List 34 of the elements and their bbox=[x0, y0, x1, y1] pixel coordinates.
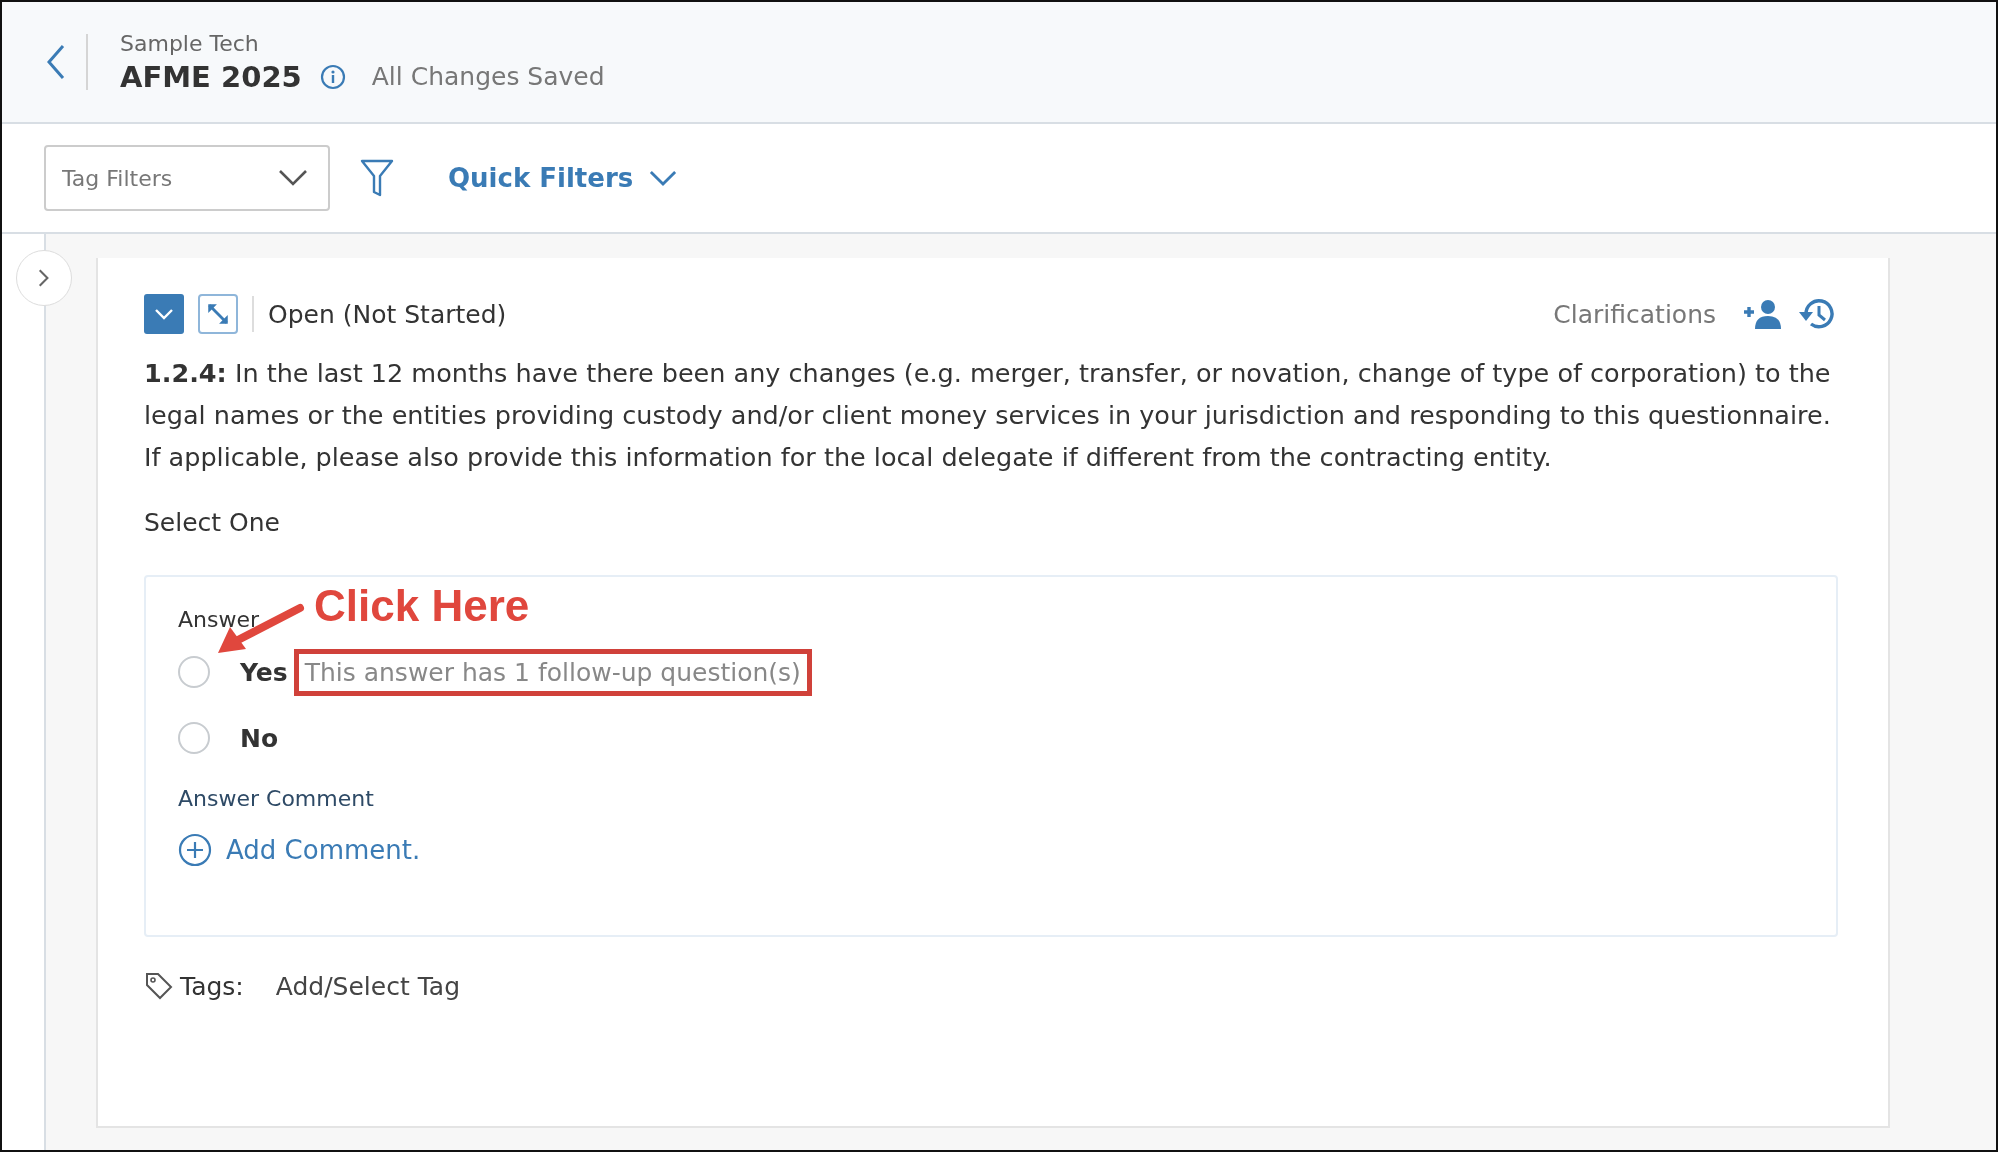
tag-filter-dropdown[interactable]: Tag Filters bbox=[44, 145, 330, 211]
chevron-down-icon bbox=[154, 308, 174, 320]
add-person-icon[interactable] bbox=[1742, 299, 1784, 329]
project-title: AFME 2025 bbox=[120, 59, 302, 94]
add-tag-link[interactable]: Add/Select Tag bbox=[275, 971, 460, 1001]
add-comment-link[interactable]: Add Comment. bbox=[178, 833, 421, 867]
collapse-button[interactable] bbox=[144, 294, 184, 334]
chevron-icon bbox=[38, 268, 50, 288]
tag-icon bbox=[144, 971, 174, 1001]
question-status: Open (Not Started) bbox=[268, 299, 507, 329]
follow-up-note: This answer has 1 follow-up question(s) bbox=[293, 648, 812, 696]
tags-label: Tags: bbox=[180, 971, 244, 1001]
radio-button[interactable] bbox=[178, 656, 210, 688]
answer-label: Answer bbox=[178, 607, 260, 632]
expand-arrows-icon bbox=[205, 301, 231, 327]
option-label[interactable]: No bbox=[240, 723, 279, 753]
back-icon[interactable] bbox=[46, 44, 66, 80]
radio-button[interactable] bbox=[178, 722, 210, 754]
instruction-text: Select One bbox=[144, 508, 281, 537]
chevron-down-icon bbox=[649, 169, 678, 187]
answer-comment-label: Answer Comment bbox=[178, 786, 374, 811]
plus-circle-icon bbox=[178, 833, 212, 867]
company-name: Sample Tech bbox=[120, 30, 260, 56]
sidebar-toggle-button[interactable] bbox=[16, 250, 72, 306]
chevron-down-icon bbox=[278, 169, 308, 187]
info-icon[interactable] bbox=[319, 63, 346, 90]
annotation-text: Click Here bbox=[314, 581, 530, 631]
clarifications-link[interactable]: Clarifications bbox=[1553, 299, 1716, 329]
filter-icon[interactable] bbox=[360, 158, 394, 198]
save-status: All Changes Saved bbox=[371, 62, 605, 91]
quick-filters-dropdown[interactable]: Quick Filters bbox=[448, 163, 678, 193]
expand-button[interactable] bbox=[198, 294, 238, 334]
question-text: 1.2.4: In the last 12 months have there been any changes (e.g. merger, transfer, or novation, change of type of corporation) to the legal names or the entities providing custody and/or client money services in your jurisdiction and responding to this questionnaire. If applicable, please also provide this information for the local delegate if different from the contracting entity. bbox=[144, 357, 1832, 474]
option-label[interactable]: Yes bbox=[240, 657, 288, 687]
